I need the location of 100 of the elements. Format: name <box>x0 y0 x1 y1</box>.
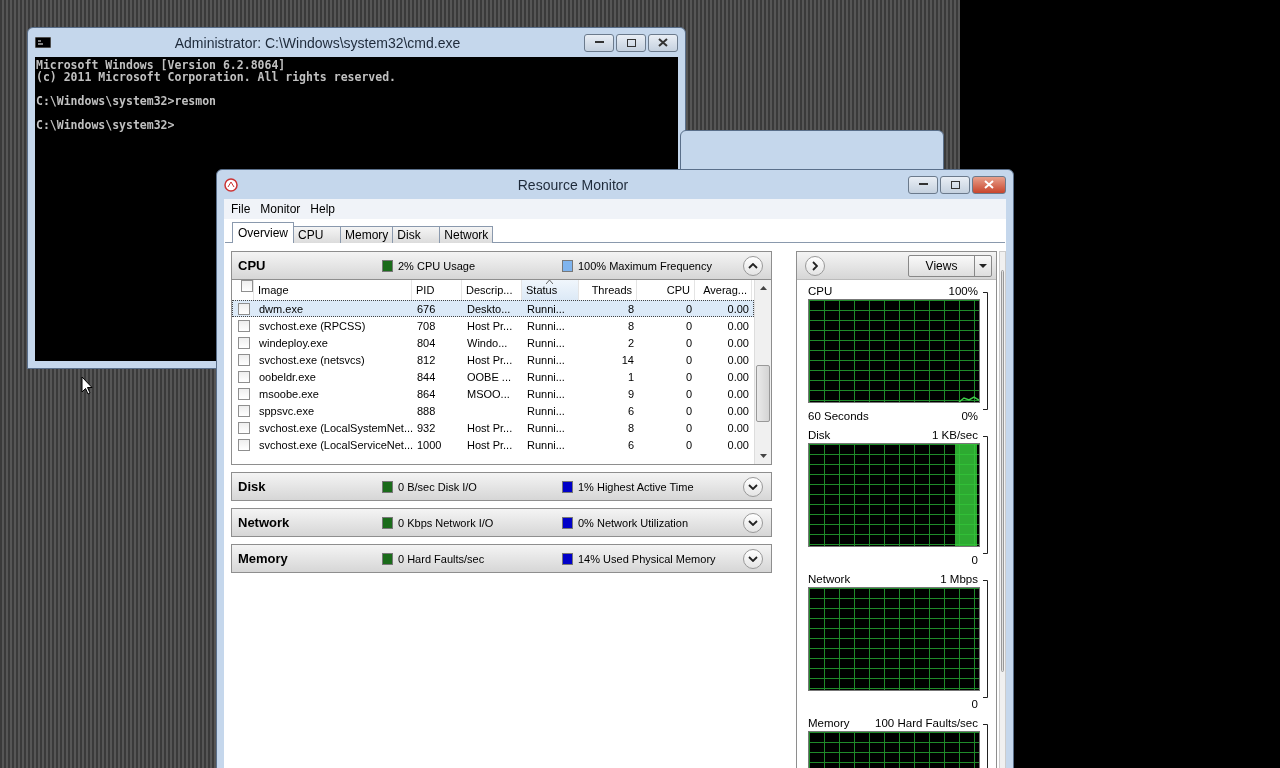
close-button[interactable] <box>648 33 678 52</box>
table-cell-text: MSOO... <box>466 387 511 400</box>
checkbox[interactable] <box>238 336 250 349</box>
tab[interactable]: Overview <box>232 222 294 243</box>
table-cell-text: Host Pr... <box>466 353 514 366</box>
table-cell-text: Host Pr... <box>466 438 514 451</box>
table-cell-text: 804 <box>416 336 437 349</box>
table-cell-text: Runni... <box>526 404 566 417</box>
graph-scale-label: 0 <box>971 698 978 712</box>
table-cell-text: 0 <box>684 404 693 417</box>
table-row[interactable]: windeploy.exe 804 Windo... Runni... 2 0 0.00 <box>232 334 754 351</box>
table-cell-text: 9 <box>626 387 635 400</box>
table-cell-text: 2 <box>626 336 635 349</box>
checkbox[interactable] <box>238 370 250 383</box>
table-cell-text: 0.00 <box>726 353 750 366</box>
graph-scale-label: 1 KB/sec <box>931 429 978 443</box>
table-row[interactable]: oobeldr.exe 844 OOBE ... Runni... 1 0 0.00 <box>232 368 754 385</box>
chevron-down-icon <box>748 555 758 562</box>
menu-item[interactable]: File <box>227 201 257 217</box>
chevron-down-icon <box>748 483 758 490</box>
table-cell-text: dwm.exe <box>258 302 305 315</box>
table-row[interactable]: svchost.exe (netsvcs) 812 Host Pr... Runni... 14 0 0.00 <box>232 351 754 368</box>
tab[interactable]: Memory <box>340 226 394 243</box>
table-cell-text: Deskto... <box>466 302 512 315</box>
table-row[interactable]: msoobe.exe 864 MSOO... Runni... 9 0 0.00 <box>232 385 754 402</box>
maximize-button[interactable] <box>940 175 970 194</box>
table-cell-text: svchost.exe (RPCSS) <box>258 319 367 332</box>
minimize-button[interactable] <box>584 33 614 52</box>
checkbox[interactable] <box>238 421 250 434</box>
table-cell-text: Runni... <box>526 438 566 451</box>
menu-item[interactable]: Help <box>306 201 342 217</box>
chevron-down-icon <box>748 519 758 526</box>
table-row[interactable]: sppsvc.exe 888 Runni... 6 0 0.00 <box>232 402 754 419</box>
section-header[interactable]: Memory 0 Hard Faults/sec 14% Used Physical Memory <box>231 544 772 573</box>
scroll-down-icon <box>759 454 767 458</box>
tab[interactable]: CPU <box>293 226 341 243</box>
graph-title: Disk <box>808 429 831 443</box>
table-row[interactable]: dwm.exe 676 Deskto... Runni... 8 0 0.00 <box>232 300 754 317</box>
table-cell-text: Runni... <box>526 302 566 315</box>
checkbox[interactable] <box>238 353 250 366</box>
graph-scale-label: 0 <box>971 554 978 568</box>
table-cell-text: svchost.exe (netsvcs) <box>258 353 366 366</box>
table-cell-text: OOBE ... <box>466 370 512 383</box>
close-button[interactable] <box>972 175 1006 194</box>
toggle-button[interactable] <box>743 512 763 533</box>
console-line: C:\Windows\system32> <box>36 117 176 131</box>
section-title: Memory <box>238 551 289 566</box>
toggle-button[interactable] <box>743 476 763 497</box>
views-button[interactable]: Views <box>908 254 992 277</box>
maximize-icon <box>626 38 636 47</box>
table-cell-text: 0.00 <box>726 421 750 434</box>
section-header[interactable]: Disk 0 B/sec Disk I/O 1% Highest Active Time <box>231 472 772 501</box>
minimize-icon <box>594 41 604 44</box>
checkbox[interactable] <box>238 404 250 417</box>
table-cell-text: 0 <box>684 370 693 383</box>
table-cell-text: Host Pr... <box>466 319 514 332</box>
table-cell-text: 14 <box>620 353 635 366</box>
toggle-button[interactable] <box>743 548 763 569</box>
section-title: Network <box>238 515 291 530</box>
table-cell-text: 844 <box>416 370 437 383</box>
table-cell-text: 6 <box>626 404 635 417</box>
toggle-button[interactable] <box>743 255 763 276</box>
menu-item[interactable]: Monitor <box>256 201 307 217</box>
expand-button[interactable] <box>805 255 825 276</box>
console-line: Microsoft Windows [Version 6.2.8064] <box>36 59 287 71</box>
legend-label: 1% Highest Active Time <box>578 480 694 493</box>
graph-scale-label: 0% <box>961 410 978 424</box>
close-icon <box>984 180 994 189</box>
maximize-button[interactable] <box>616 33 646 52</box>
app-icon <box>224 177 238 192</box>
section-title: CPU <box>238 258 267 273</box>
table-cell-text: 0 <box>684 319 693 332</box>
graph-scale-label: 100 Hard Faults/sec <box>875 717 978 731</box>
section-header[interactable]: Network 0 Kbps Network I/O 0% Network Utilization <box>231 508 772 537</box>
checkbox[interactable] <box>238 319 250 332</box>
table-row[interactable]: svchost.exe (LocalSystemNet... 932 Host Pr... Runni... 8 0 0.00 <box>232 419 754 436</box>
table-cell-text: 0 <box>684 336 693 349</box>
tab[interactable]: Disk <box>392 226 441 243</box>
table-cell-text: 888 <box>416 404 437 417</box>
checkbox[interactable] <box>238 302 250 315</box>
table-cell-text: 0 <box>684 438 693 451</box>
table-cell-text: 0 <box>684 302 693 315</box>
checkbox[interactable] <box>238 438 250 451</box>
table-cell-text: Runni... <box>526 370 566 383</box>
minimize-button[interactable] <box>908 175 938 194</box>
cursor-icon <box>81 376 93 395</box>
table-cell-text: Runni... <box>526 387 566 400</box>
tab[interactable]: Network <box>439 226 494 243</box>
table-row[interactable]: svchost.exe (RPCSS) 708 Host Pr... Runni... 8 0 0.00 <box>232 317 754 334</box>
section-header[interactable]: CPU 2% CPU Usage 100% Maximum Frequency <box>231 251 772 280</box>
legend-label: 0 Hard Faults/sec <box>398 552 485 565</box>
table-cell-text: msoobe.exe <box>258 387 320 400</box>
checkbox[interactable] <box>241 280 253 292</box>
table-cell-text: 0.00 <box>726 438 750 451</box>
table-cell-text: oobeldr.exe <box>258 370 317 383</box>
checkbox[interactable] <box>238 387 250 400</box>
column-header[interactable]: Status <box>522 280 579 300</box>
graph-time-label: 60 Seconds <box>808 410 869 424</box>
table-cell-text: Host Pr... <box>466 421 514 434</box>
table-row[interactable]: svchost.exe (LocalServiceNet... 1000 Host Pr... Runni... 6 0 0.00 <box>232 436 754 453</box>
